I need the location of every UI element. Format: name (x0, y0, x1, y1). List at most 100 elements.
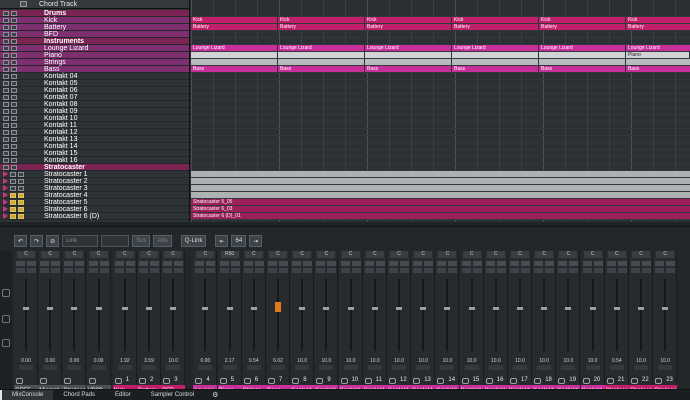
mute-button[interactable] (40, 261, 50, 266)
mute-button[interactable] (389, 261, 398, 266)
fader-cap[interactable] (170, 307, 177, 310)
midi-event[interactable]: Bass (626, 66, 690, 72)
event-display[interactable]: Kick Kick Kick Kick Kick Kick Battery Battery Ba… (191, 0, 690, 222)
mute-button[interactable] (195, 261, 205, 266)
fader-cap[interactable] (371, 307, 378, 310)
fader-cap[interactable] (444, 307, 451, 310)
record-button[interactable] (198, 365, 213, 370)
fader-cap[interactable] (71, 307, 78, 310)
solo-button[interactable] (521, 261, 530, 266)
solo-button[interactable] (400, 261, 409, 266)
listen-button[interactable] (389, 268, 398, 273)
edit-button[interactable] (642, 268, 651, 273)
midi-event[interactable] (191, 185, 690, 191)
track-toggle-icon[interactable] (11, 38, 17, 44)
record-button[interactable] (142, 365, 156, 370)
edit-button[interactable] (496, 268, 506, 273)
track-toggle-icon[interactable] (11, 17, 17, 23)
midi-event[interactable]: Stratocaster 5_05 (191, 199, 690, 205)
mute-button[interactable] (219, 261, 229, 266)
lock-icon[interactable] (18, 199, 24, 205)
midi-event[interactable]: Bass (365, 66, 451, 72)
listen-button[interactable] (582, 268, 592, 273)
track-row[interactable]: Kontakt 16 (0, 157, 189, 164)
record-button[interactable] (585, 365, 600, 370)
volume-readout[interactable]: 10.0 (460, 358, 484, 364)
edit-button[interactable] (150, 268, 159, 273)
solo-button[interactable] (254, 261, 264, 266)
record-button[interactable] (166, 365, 181, 370)
sus-button[interactable]: Sus (132, 235, 151, 247)
fader-cap[interactable] (299, 307, 306, 310)
redo-icon[interactable]: ↷ (30, 235, 44, 247)
track-toggle-icon[interactable] (3, 101, 9, 107)
midi-event[interactable]: Kick (539, 17, 625, 23)
listen-button[interactable] (243, 268, 253, 273)
track-controls[interactable] (0, 129, 40, 135)
fader-cap[interactable] (613, 307, 620, 310)
fader-cap[interactable] (589, 307, 596, 310)
track-controls[interactable] (0, 143, 40, 149)
midi-event[interactable]: Lounge Lizard (626, 45, 690, 51)
record-button[interactable] (488, 365, 503, 370)
track-row[interactable]: Strings (0, 59, 189, 66)
fader-cap[interactable] (202, 307, 209, 310)
q-link-button[interactable]: Q-Link (180, 235, 207, 247)
fader-cap[interactable] (662, 307, 669, 310)
track-toggle-icon[interactable] (3, 24, 9, 30)
track-controls[interactable] (0, 59, 40, 65)
track-toggle-icon[interactable] (11, 136, 17, 142)
track-row[interactable]: Instruments (0, 38, 189, 45)
track-toggle-icon[interactable] (3, 73, 9, 79)
midi-event[interactable]: Battery (626, 24, 690, 30)
volume-fader[interactable] (172, 279, 175, 351)
volume-fader[interactable] (148, 279, 150, 351)
edit-button[interactable] (521, 268, 530, 273)
track-controls[interactable] (0, 80, 40, 86)
track-toggle-icon[interactable] (3, 115, 9, 121)
lock-icon[interactable] (18, 171, 24, 177)
midi-event[interactable] (191, 178, 690, 184)
track-controls[interactable] (0, 94, 40, 100)
track-controls[interactable] (0, 185, 40, 191)
listen-button[interactable] (292, 268, 302, 273)
track-toggle-icon[interactable] (3, 143, 9, 149)
pan-knob[interactable]: C (164, 251, 183, 258)
solo-button[interactable] (375, 261, 385, 266)
folder-arrow-icon[interactable] (3, 171, 8, 177)
record-button[interactable] (246, 365, 261, 370)
edit-button[interactable] (27, 268, 36, 273)
volume-readout[interactable]: 0.00 (193, 358, 217, 364)
mute-button[interactable] (88, 261, 98, 266)
listen-button[interactable] (316, 268, 326, 273)
record-button[interactable] (222, 365, 237, 370)
track-toggle-icon[interactable] (3, 80, 9, 86)
solo-button[interactable] (75, 261, 85, 266)
mute-button[interactable] (340, 261, 350, 266)
lock-icon[interactable] (10, 171, 16, 177)
edit-button[interactable] (99, 268, 109, 273)
listen-button[interactable] (510, 268, 519, 273)
pan-knob[interactable]: C (293, 251, 312, 258)
volume-fader[interactable] (446, 279, 449, 351)
solo-button[interactable] (496, 261, 506, 266)
track-toggle-icon[interactable] (11, 80, 17, 86)
track-toggle-icon[interactable] (3, 45, 9, 51)
volume-readout[interactable]: 0.00 (38, 358, 62, 364)
mute-button[interactable] (163, 261, 173, 266)
solo-button[interactable] (27, 261, 36, 266)
track-toggle-icon[interactable] (11, 10, 17, 16)
track-toggle-icon[interactable] (11, 164, 17, 170)
edit-button[interactable] (400, 268, 409, 273)
record-button[interactable] (658, 365, 673, 370)
volume-fader[interactable] (398, 279, 400, 351)
mute-button[interactable] (437, 261, 447, 266)
midi-event[interactable]: Stratocaster 6 (D)_01 (191, 213, 690, 219)
solo-button[interactable] (666, 261, 676, 266)
mute-button[interactable] (243, 261, 253, 266)
volume-readout[interactable]: 10.0 (484, 358, 508, 364)
fader-cap[interactable] (47, 307, 54, 310)
record-button[interactable] (634, 365, 648, 370)
edit-button[interactable] (351, 268, 361, 273)
volume-readout[interactable]: 10.0 (363, 358, 387, 364)
